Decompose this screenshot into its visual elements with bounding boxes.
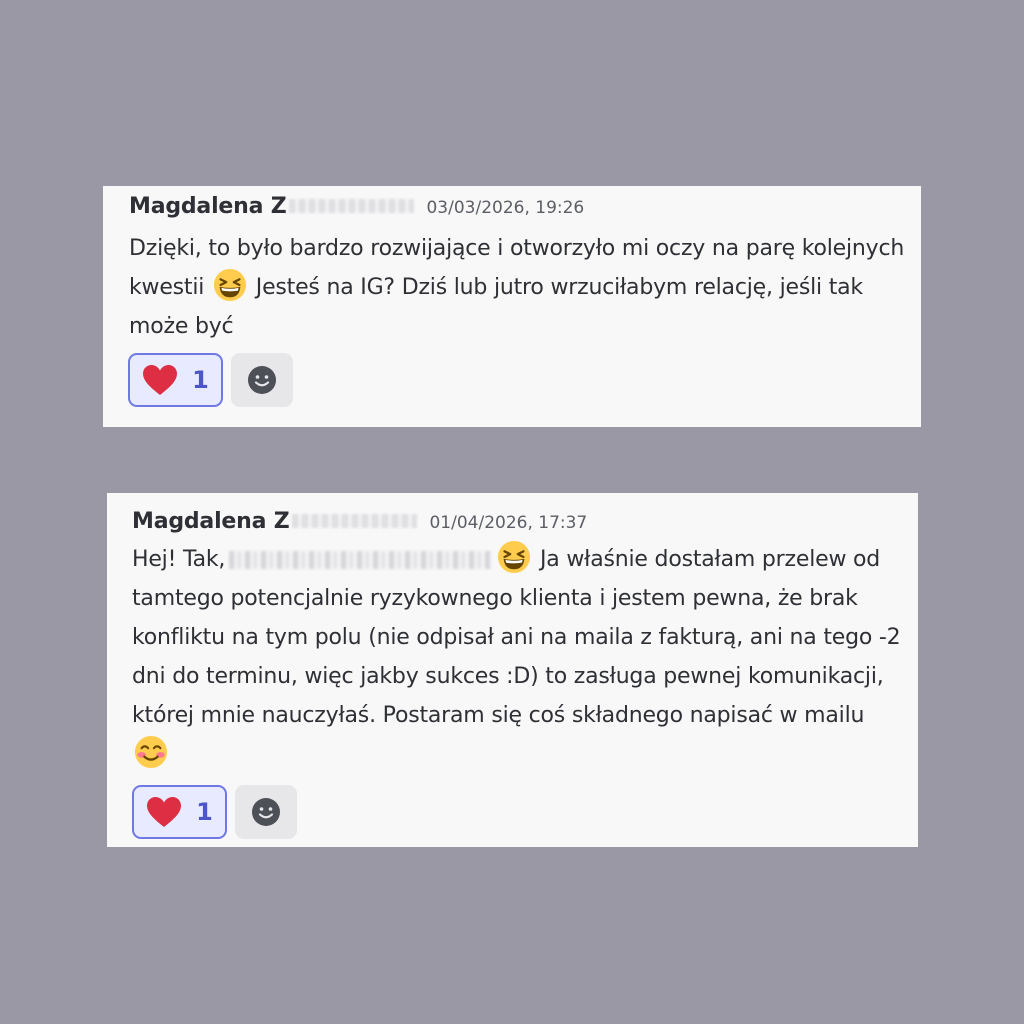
message-header: Magdalena Z 01/04/2026, 17:37 [132, 509, 587, 534]
grinning-squinting-face-icon [213, 268, 247, 302]
add-reaction-button[interactable] [231, 353, 293, 407]
author-name[interactable]: Magdalena Z [132, 509, 290, 534]
redacted-handle [229, 551, 492, 569]
reaction-bar: 1 [128, 353, 293, 407]
redacted-surname [289, 199, 415, 213]
add-reaction-icon [252, 798, 280, 826]
reaction-count: 1 [192, 366, 209, 394]
message-text-part: Ja właśnie dostałam przelew od tamtego p… [132, 547, 901, 728]
message-text: Hej! Tak, Ja właśnie dostałam przelew od… [132, 540, 902, 774]
message-timestamp: 03/03/2026, 19:26 [426, 198, 585, 218]
reaction-bar: 1 [132, 785, 297, 839]
heart-reaction-button[interactable]: 1 [128, 353, 223, 407]
heart-reaction-button[interactable]: 1 [132, 785, 227, 839]
message-text-part: Hej! Tak, [132, 547, 226, 572]
author-name[interactable]: Magdalena Z [129, 194, 287, 219]
heart-icon [143, 365, 178, 395]
message-card: Magdalena Z 01/04/2026, 17:37 Hej! Tak, … [107, 493, 918, 847]
grinning-squinting-face-icon [498, 540, 531, 574]
reaction-count: 1 [196, 798, 213, 826]
add-reaction-button[interactable] [235, 785, 297, 839]
smiling-face-with-blushing-cheeks-icon [134, 735, 168, 769]
message-timestamp: 01/04/2026, 17:37 [429, 513, 588, 533]
heart-icon [147, 797, 182, 827]
message-header: Magdalena Z 03/03/2026, 19:26 [129, 194, 584, 219]
message-card: Magdalena Z 03/03/2026, 19:26 Dzięki, to… [103, 186, 921, 427]
message-text: Dzięki, to było bardzo rozwijające i otw… [129, 229, 909, 346]
add-reaction-icon [248, 366, 276, 394]
redacted-surname [292, 514, 418, 528]
